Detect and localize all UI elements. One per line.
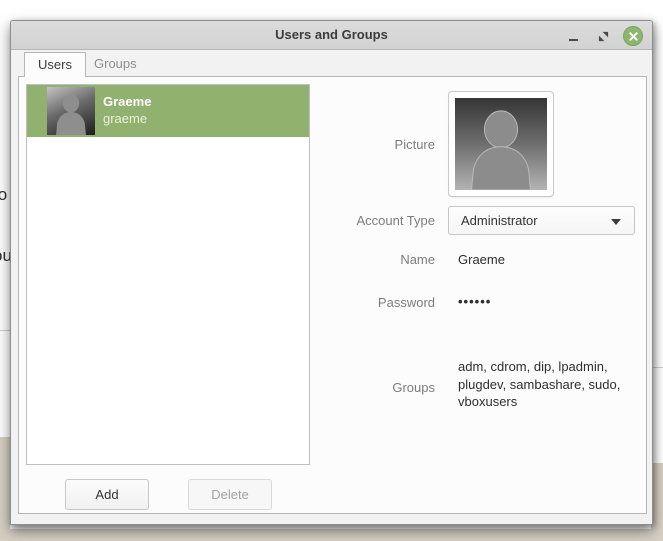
users-and-groups-window: Users and Groups (10, 20, 653, 525)
minimize-button[interactable] (562, 25, 584, 47)
unmaximize-button[interactable] (592, 25, 614, 47)
tab-bar: Users Groups (11, 50, 652, 76)
account-type-dropdown[interactable]: Administrator (448, 206, 635, 235)
password-label: Password (295, 295, 435, 310)
name-label: Name (295, 252, 435, 267)
background-divider (0, 330, 10, 331)
titlebar[interactable]: Users and Groups (11, 21, 652, 50)
groups-value[interactable]: adm, cdrom, dip, lpadmin, plugdev, samba… (458, 358, 656, 411)
desktop-strip (0, 529, 663, 541)
picture-button[interactable] (448, 91, 554, 197)
account-type-label: Account Type (295, 213, 435, 228)
desktop-strip (0, 437, 10, 541)
user-avatar-large (455, 98, 547, 190)
tab-users-label: Users (38, 57, 72, 72)
person-silhouette-icon (455, 98, 547, 190)
tab-groups[interactable]: Groups (81, 52, 150, 77)
groups-label: Groups (295, 380, 435, 395)
delete-button[interactable]: Delete (188, 479, 272, 510)
account-type-selected-value: Administrator (461, 213, 538, 228)
user-avatar-thumbnail (47, 87, 95, 135)
users-tab-content: Graeme graeme Add Delete Picture Account… (18, 76, 647, 514)
picture-label: Picture (295, 137, 435, 152)
user-list-item-graeme[interactable]: Graeme graeme (27, 85, 309, 137)
window-title: Users and Groups (11, 27, 652, 42)
add-button[interactable]: Add (65, 479, 149, 510)
user-item-name: Graeme (103, 94, 151, 109)
password-value[interactable]: •••••• (458, 294, 491, 309)
background-text-fragment: fo (0, 185, 7, 205)
name-value[interactable]: Graeme (458, 252, 505, 267)
user-list: Graeme graeme (26, 84, 310, 465)
user-item-username: graeme (103, 111, 147, 126)
minimize-icon (569, 39, 578, 41)
close-button[interactable] (622, 25, 644, 47)
chevron-down-icon (611, 219, 621, 225)
tab-groups-label: Groups (94, 56, 137, 71)
tab-users[interactable]: Users (24, 52, 86, 77)
person-silhouette-icon (47, 87, 95, 135)
screen: fo ou Users and Groups (0, 0, 663, 541)
close-icon (623, 26, 643, 46)
unmaximize-icon (598, 31, 609, 42)
